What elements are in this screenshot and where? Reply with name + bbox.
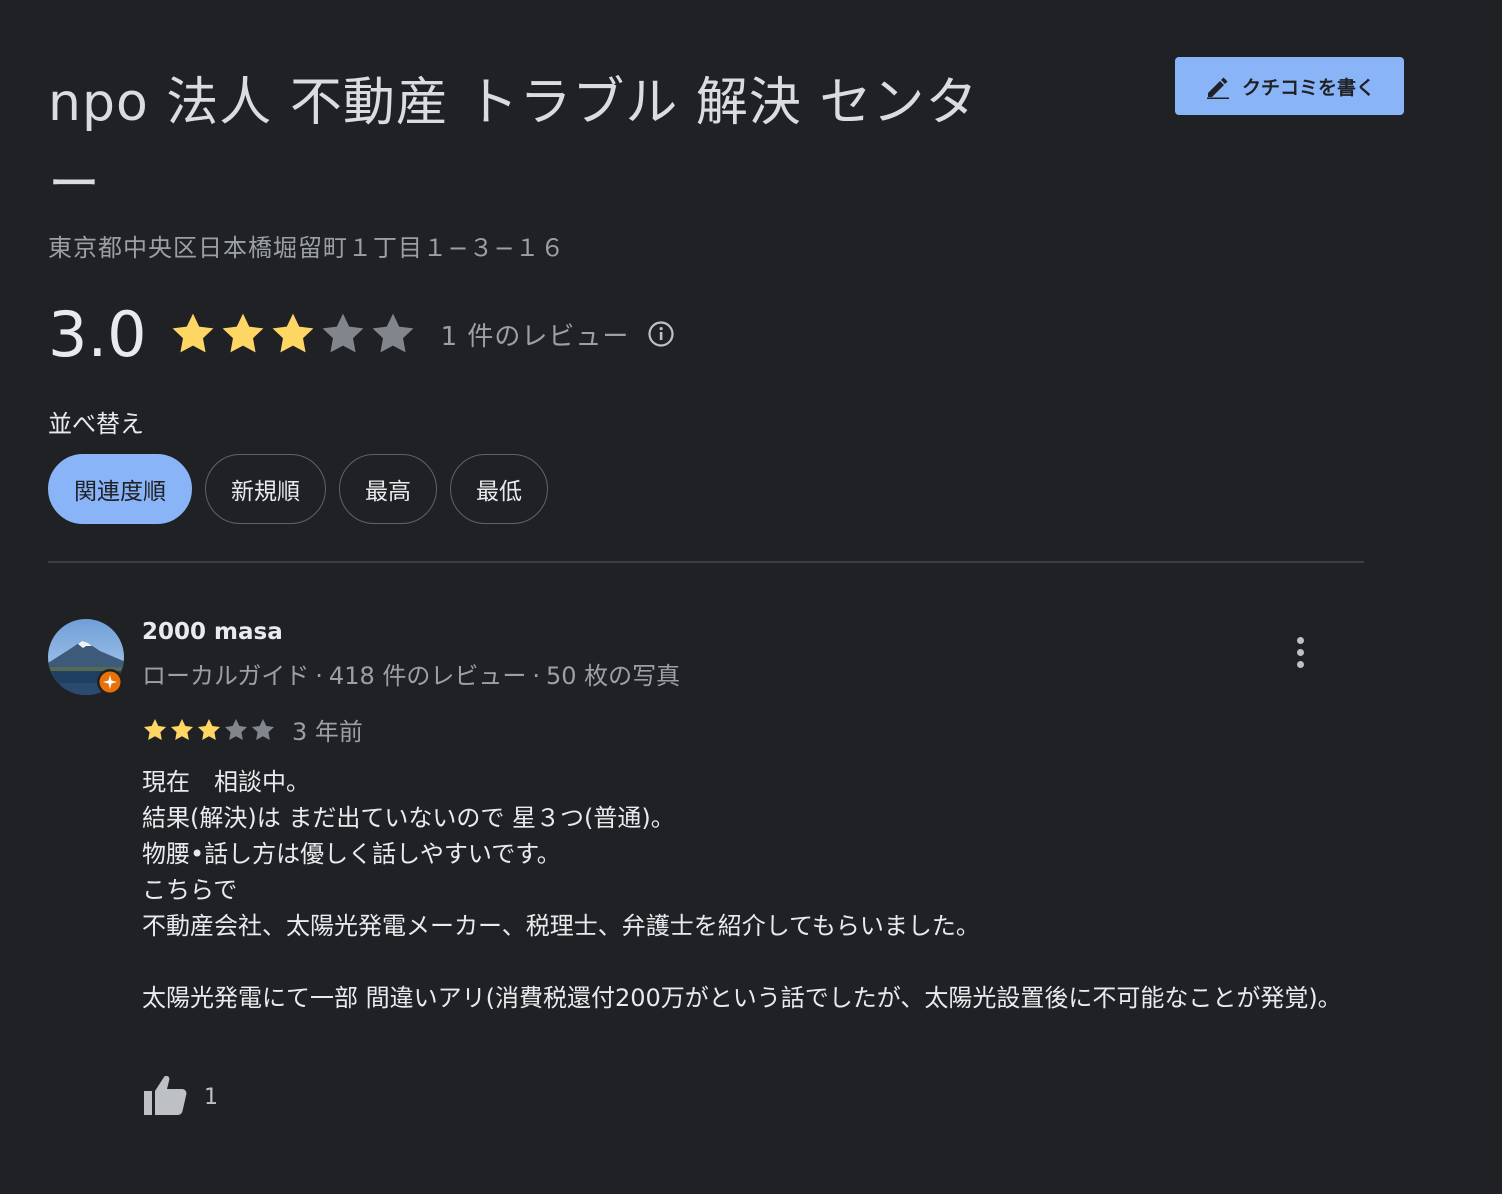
star-filled-icon [272, 313, 314, 353]
review-line: 太陽光発電にて一部 間違いアリ(消費税還付200万がという話でしたが、太陽光設置… [142, 984, 1342, 1012]
review-line: 現在 相談中。 [142, 768, 310, 796]
review-count[interactable]: 1 件のレビュー [441, 316, 630, 353]
sort-chip-highest[interactable]: 最高 [339, 454, 437, 524]
star-filled-icon [222, 313, 264, 353]
review-text: 現在 相談中。 結果(解決)は まだ出ていないので 星３つ(普通)。 物腰•話し… [142, 764, 1362, 1016]
rating-stars [169, 310, 417, 358]
like-row: 1 [142, 1073, 218, 1121]
place-title: npo 法人 不動産 トラブル 解決 センター [48, 73, 979, 215]
sort-chip-relevance[interactable]: 関連度順 [48, 454, 192, 524]
sort-label: 並べ替え [48, 410, 144, 438]
write-review-button[interactable]: クチコミを書く [1175, 57, 1404, 115]
sort-chip-lowest[interactable]: 最低 [450, 454, 548, 524]
star-empty-icon [224, 718, 248, 740]
pencil-icon [1204, 73, 1232, 99]
place-address: 東京都中央区日本橋堀留町１丁目１−３−１６ [48, 234, 566, 262]
rating-summary: 3.0 1 件のレビュー [48, 294, 675, 374]
write-review-label: クチコミを書く [1241, 76, 1375, 99]
thumbs-up-icon[interactable] [142, 1073, 188, 1121]
local-guide-badge: ローカルガイド [142, 662, 310, 690]
star-filled-icon [197, 718, 221, 740]
review-line: 不動産会社、太陽光発電メーカー、税理士、弁護士を紹介してもらいました。 [142, 912, 980, 940]
reviewer-photo-count: 50 枚の写真 [546, 662, 681, 690]
review-date: 3 年前 [292, 718, 363, 746]
like-count: 1 [204, 1084, 218, 1110]
star-empty-icon [372, 313, 414, 353]
reviewer-name[interactable]: 2000 masa [142, 619, 283, 645]
page: npo 法人 不動産 トラブル 解決 センター クチコミを書く 東京都中央区日本… [0, 0, 1502, 1194]
info-icon[interactable] [647, 320, 675, 348]
review-line: 結果(解決)は まだ出ていないので 星３つ(普通)。 [142, 804, 675, 832]
more-options-icon[interactable] [1284, 634, 1316, 670]
reviewer-review-count: 418 件のレビュー [328, 662, 527, 690]
review-rating-row: 3 年前 [142, 712, 363, 747]
review-line [142, 944, 1362, 980]
avatar[interactable] [48, 619, 128, 699]
sort-chip-newest[interactable]: 新規順 [205, 454, 326, 524]
star-empty-icon [322, 313, 364, 353]
review-line: 物腰•話し方は優しく話しやすいです。 [142, 840, 561, 868]
sort-chips: 関連度順 新規順 最高 最低 [48, 454, 548, 524]
star-empty-icon [251, 718, 275, 740]
star-filled-icon [143, 718, 167, 740]
review-line: こちらで [142, 876, 238, 904]
star-filled-icon [172, 313, 214, 353]
star-filled-icon [170, 718, 194, 740]
divider [48, 561, 1364, 563]
reviewer-meta: ローカルガイド · 418 件のレビュー · 50 枚の写真 [142, 662, 681, 690]
review-stars [142, 717, 276, 743]
rating-value: 3.0 [48, 297, 147, 371]
